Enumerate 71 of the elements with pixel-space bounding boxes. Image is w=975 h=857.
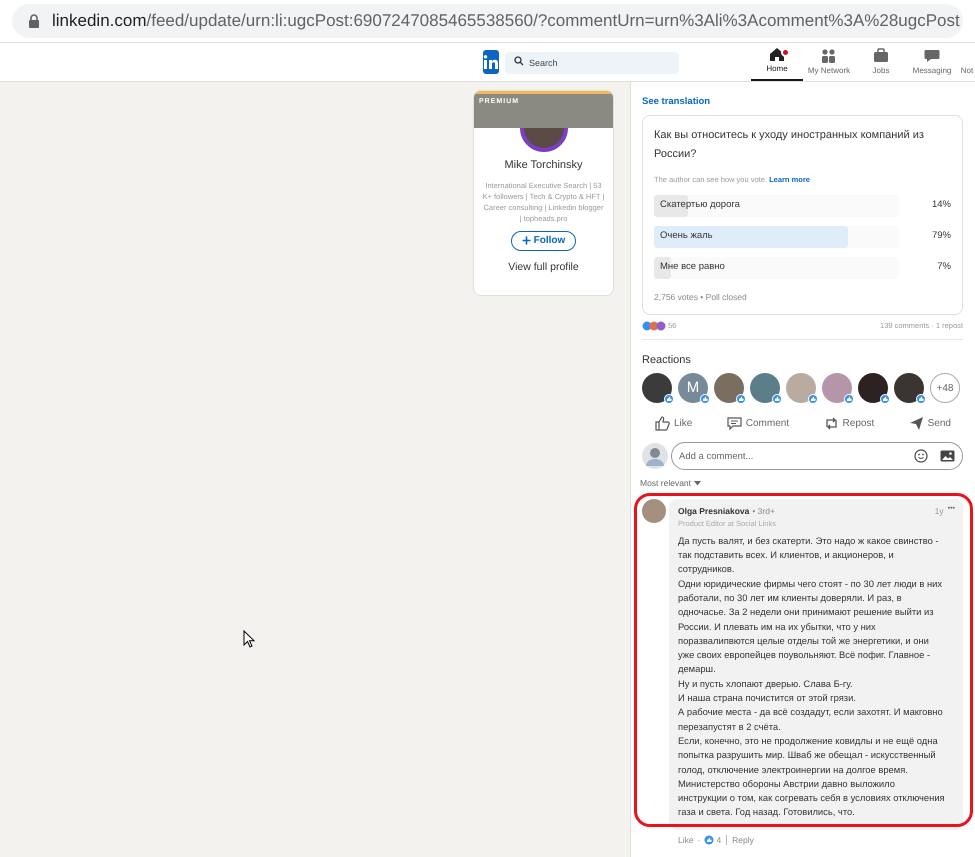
briefcase-icon [872, 47, 890, 65]
letter-avatar[interactable]: M [678, 373, 708, 403]
address-bar[interactable]: linkedin.com/feed/update/urn:li:ugcPost:6907247085465538560/?commentUrn=urn%3Ali%3Acomment%3A%28ugcPost [12, 4, 963, 38]
reply-link[interactable]: Reply [732, 834, 754, 846]
action-button[interactable]: Like [654, 415, 692, 431]
comment-text: И наша страна почистится от этой грязи. [678, 691, 857, 706]
comment-text: Одни юридические фирмы чего стоят - по 30 лет люди в них работали, по 30 лет им клиенты доверяли. И раз, в одночасье. За 2 недели они принимают решение выйти из России. И плевать им на их убытки, что у них поразвалипвются целые отделы той же энергетики, и они уже своих европейцев поувольняют. Всё пофиг. Главное - демарш. [678, 576, 944, 676]
poll-percent: 7% [937, 260, 951, 274]
like-link[interactable]: Like [678, 834, 694, 846]
image-icon [940, 450, 955, 462]
lock-icon [28, 14, 40, 28]
like-badge-icon [736, 394, 746, 404]
avatar-photo[interactable] [894, 373, 924, 403]
view-profile-link[interactable]: View full profile [508, 260, 579, 276]
emoji-icon [914, 449, 928, 463]
mouse-cursor-icon [243, 630, 255, 648]
poll-option: Очень жаль [660, 229, 713, 244]
like-badge-icon [700, 394, 710, 404]
url-text: linkedin.com/feed/update/urn:li:ugcPost:6907247085465538560/?commentUrn=urn%3Ali%3Acomment%3A%28ugcPost [52, 10, 960, 32]
connection-degree: • 3rd+ [752, 504, 775, 518]
nav-tab[interactable]: Messaging [907, 43, 957, 81]
linkedin-logo[interactable] [483, 50, 499, 74]
plus-icon [522, 236, 531, 245]
separator-dot: · [698, 834, 700, 846]
nav-tab[interactable]: Jobs [855, 43, 907, 81]
comment-author[interactable]: Olga Presniakova [678, 504, 750, 518]
like-badge-icon [808, 394, 818, 404]
like-badge-icon [916, 394, 926, 404]
like-badge-icon [704, 835, 714, 846]
comment-text: Ну и пусть хлопают дверью. Слава Б-гу. [678, 676, 854, 691]
more-reactors-button[interactable]: +48 [930, 373, 960, 403]
chat-bubble-icon [923, 47, 941, 65]
speech-bubble-icon [726, 415, 742, 431]
thumbs-up-icon [654, 415, 670, 431]
poll-question: Как вы относитесь к уходу иностранных компаний из России? [654, 128, 925, 162]
comment-text: Да пусть валят, и без скатерти. Это надо ж какое свинство - так подставить всех. И клиентов, и акционеров, и сотрудников. [678, 534, 940, 576]
reaction-icons-icon [642, 320, 666, 331]
like-badge-icon [664, 394, 674, 404]
like-badge-icon [880, 394, 890, 404]
comment-text: Если, конечно, это не продолжение ковидлы и не ещё одна попытка разрушить мир. Шваб же обещал - искусственный голод, отключение электроинергии на долгое время. [678, 734, 939, 777]
action-button[interactable]: Comment [726, 415, 790, 431]
reactions-title: Reactions [642, 352, 692, 368]
action-button[interactable]: Repost [822, 415, 874, 431]
nav-tab[interactable]: My Network [803, 43, 855, 81]
comment-field[interactable]: Add a comment... [671, 442, 963, 470]
comment-text: Министерство обороны Австрии давно выложило инструкции о том, как согревать себя в условиях отключения газа и света. Год назад. Готовились, что. [678, 776, 946, 820]
user-avatar-icon [642, 443, 668, 469]
comment-time: 1y [934, 504, 944, 518]
avatar-photo[interactable] [642, 373, 672, 403]
see-translation-link[interactable]: See translation [642, 95, 963, 110]
sort-dropdown[interactable]: Most relevant [640, 477, 702, 490]
avatar-photo[interactable] [858, 373, 888, 403]
caret-icon [694, 480, 702, 486]
paper-plane-icon [908, 415, 924, 431]
action-button[interactable]: Send [908, 415, 951, 431]
like-count: 4 [716, 834, 722, 846]
poll-percent: 14% [932, 198, 951, 212]
like-badge-icon [772, 394, 782, 404]
like-badge-icon [844, 394, 854, 404]
follow-button[interactable]: Follow [510, 230, 576, 250]
search-icon [514, 56, 524, 66]
profile-name: Mike Torchinsky [504, 158, 583, 173]
comment-text: А рабочие места - да всё создадут, если захотят. И макговно перезапустят в 2 счёта. [678, 705, 944, 734]
poll-option: Скатертью дорога [660, 198, 740, 213]
poll-option: Мне все равно [660, 260, 725, 275]
home-icon [768, 45, 786, 63]
search-field[interactable]: Search [505, 52, 679, 74]
poll-footer: 2,756 votes • Poll closed [654, 290, 951, 304]
nav-tab[interactable]: Not [957, 43, 975, 81]
poll-percent: 79% [932, 229, 951, 244]
people-icon [820, 47, 838, 65]
